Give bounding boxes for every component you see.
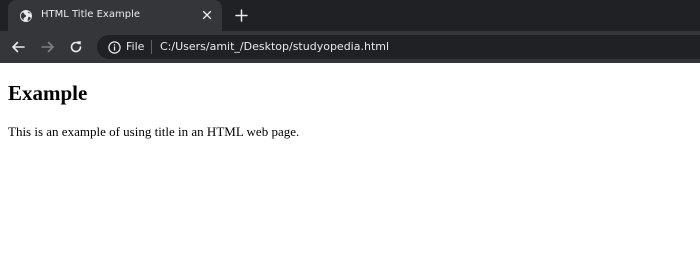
- reload-icon: [70, 41, 82, 53]
- tab-strip: HTML Title Example: [0, 0, 700, 31]
- page-content: Example This is an example of using titl…: [0, 63, 700, 259]
- back-button[interactable]: [10, 39, 26, 55]
- close-icon[interactable]: [201, 9, 213, 21]
- new-tab-button[interactable]: [234, 8, 248, 22]
- globe-icon: [18, 8, 33, 23]
- plus-icon: [234, 8, 248, 22]
- address-bar[interactable]: File C:/Users/amit_/Desktop/studyopedia.…: [97, 35, 700, 59]
- info-icon[interactable]: [107, 40, 121, 54]
- arrow-left-icon: [12, 41, 25, 53]
- page-heading: Example: [8, 81, 88, 105]
- scheme-label: File: [126, 40, 145, 53]
- tab-title: HTML Title Example: [41, 9, 140, 20]
- arrow-right-icon: [41, 41, 54, 53]
- reload-button[interactable]: [68, 39, 84, 55]
- address-divider: [151, 40, 152, 54]
- browser-tab[interactable]: HTML Title Example: [8, 0, 222, 31]
- page-paragraph: This is an example of using title in an …: [8, 124, 300, 139]
- url-text[interactable]: C:/Users/amit_/Desktop/studyopedia.html: [160, 40, 389, 54]
- forward-button[interactable]: [40, 39, 56, 55]
- browser-toolbar: File C:/Users/amit_/Desktop/studyopedia.…: [0, 31, 700, 63]
